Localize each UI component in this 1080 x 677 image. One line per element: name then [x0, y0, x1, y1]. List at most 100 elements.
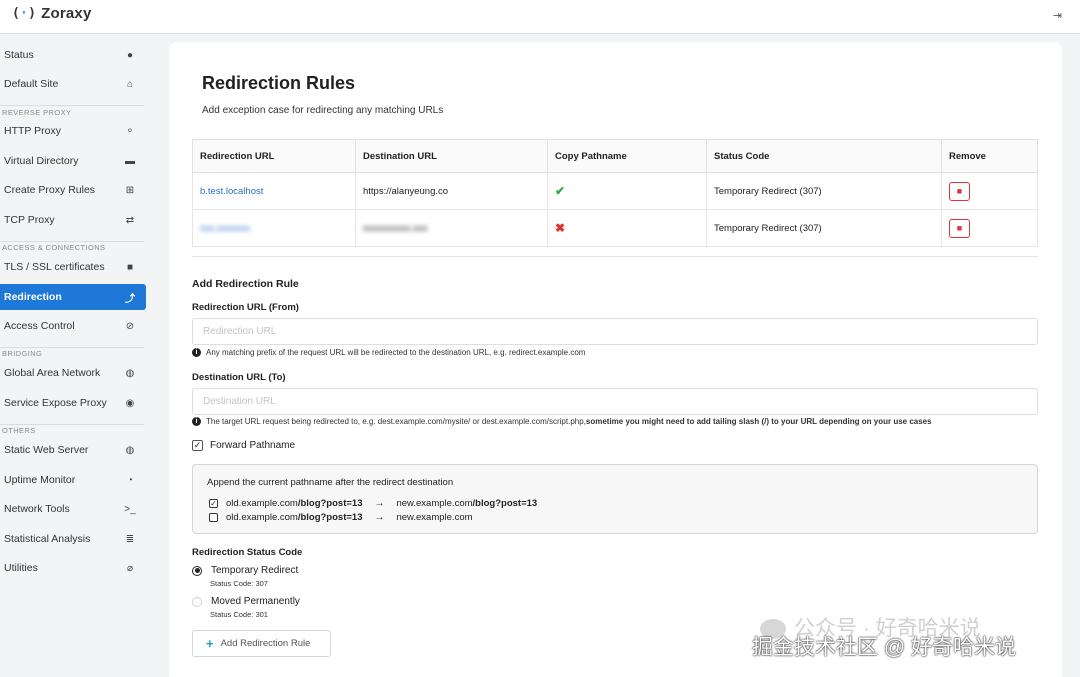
forward-pathname-info-box: Append the current pathname after the re…	[192, 464, 1038, 534]
sidebar-divider	[0, 424, 144, 425]
redirection-url-link[interactable]: xxx.xxxxxxx	[200, 223, 250, 234]
sidebar-item-static-web-server[interactable]: Static Web Server ◍	[0, 437, 146, 463]
sidebar-item-label: Default Site	[4, 78, 59, 90]
example-to-host: new.example.com	[396, 512, 473, 523]
destination-url-hint: i The target URL request being redirecte…	[192, 417, 932, 426]
sidebar-item-status[interactable]: Status ●	[0, 42, 146, 68]
sidebar-item-tls-ssl[interactable]: TLS / SSL certificates ■	[0, 254, 146, 280]
globe-icon: ◍	[125, 444, 135, 456]
hint-text: Any matching prefix of the request URL w…	[206, 348, 586, 357]
plus-square-icon: ⊞	[125, 184, 135, 196]
sidebar-item-service-expose-proxy[interactable]: Service Expose Proxy ◉	[0, 390, 146, 416]
sidebar-item-redirection[interactable]: Redirection ⤴	[0, 284, 146, 310]
main-panel: Redirection Rules Add exception case for…	[169, 42, 1062, 677]
column-header-destination-url: Destination URL	[355, 139, 548, 173]
check-icon: ✔	[555, 184, 566, 198]
column-header-copy-pathname: Copy Pathname	[547, 139, 707, 173]
database-icon: ≣	[125, 533, 135, 545]
sidebar-item-create-proxy-rules[interactable]: Create Proxy Rules ⊞	[0, 177, 146, 203]
sitemap-icon: ⚬	[125, 125, 135, 137]
destination-url-cell: https://alanyeung.co	[355, 172, 548, 210]
radio-label: Temporary Redirect	[211, 565, 299, 576]
sidebar-item-label: Static Web Server	[4, 444, 89, 456]
sidebar-item-label: Access Control	[4, 320, 75, 332]
example-row: ✓ old.example.com/blog?post=13 → new.exa…	[209, 498, 537, 509]
add-redirection-rule-button[interactable]: + Add Redirection Rule	[192, 630, 331, 657]
sidebar-section-bridging: BRIDGING	[2, 349, 43, 358]
add-button-label: Add Redirection Rule	[220, 638, 311, 649]
forward-pathname-row: ✓ Forward Pathname	[192, 440, 295, 451]
radio-moved-permanently[interactable]: Moved Permanently	[192, 596, 300, 607]
trash-icon: ■	[956, 186, 963, 196]
forward-pathname-checkbox[interactable]: ✓	[192, 440, 203, 451]
column-header-redirection-url: Redirection URL	[192, 139, 356, 173]
sidebar-item-uptime-monitor[interactable]: Uptime Monitor ◔	[0, 467, 146, 493]
redirection-url-label: Redirection URL (From)	[192, 302, 299, 313]
sidebar-item-access-control[interactable]: Access Control ⊘	[0, 313, 146, 339]
sidebar-section-access: ACCESS & CONNECTIONS	[2, 243, 106, 252]
example-to-path: /blog?post=13	[472, 498, 538, 509]
redirection-url-input[interactable]	[192, 318, 1038, 345]
sidebar-item-label: Statistical Analysis	[4, 533, 91, 545]
level-up-icon: ⤴	[125, 293, 135, 305]
sidebar-section-others: OTHERS	[2, 426, 36, 435]
sidebar-item-label: Uptime Monitor	[4, 474, 76, 486]
sidebar-item-virtual-directory[interactable]: Virtual Directory ▬	[0, 148, 146, 174]
destination-url-input[interactable]	[192, 388, 1038, 415]
logout-icon[interactable]: ⇥	[1053, 9, 1062, 22]
sidebar-item-label: Global Area Network	[4, 367, 101, 379]
remove-rule-button[interactable]: ■	[949, 181, 970, 201]
status-code-cell: Temporary Redirect (307)	[706, 209, 942, 247]
app-name: Zoraxy	[41, 5, 92, 22]
add-rule-form-title: Add Redirection Rule	[192, 278, 299, 290]
sidebar-item-tcp-proxy[interactable]: TCP Proxy ⇄	[0, 207, 146, 233]
info-box-title: Append the current pathname after the re…	[207, 477, 454, 488]
cross-icon: ✖	[555, 221, 566, 235]
watermark-line-2: 掘金技术社区 @ 好奇哈米说	[752, 636, 1016, 659]
sidebar-item-http-proxy[interactable]: HTTP Proxy ⚬	[0, 118, 146, 144]
forward-pathname-label[interactable]: Forward Pathname	[210, 440, 295, 451]
column-header-status-code: Status Code	[706, 139, 942, 173]
lock-icon: ■	[126, 261, 134, 273]
sidebar-item-label: TLS / SSL certificates	[4, 261, 105, 273]
info-icon: i	[192, 348, 201, 357]
ban-icon: ⊘	[125, 320, 135, 332]
app-logo[interactable]: (·) Zoraxy	[12, 5, 91, 22]
arrow-right-icon: →	[374, 498, 385, 509]
info-icon: i	[192, 417, 201, 426]
radio-unselected-icon[interactable]	[192, 596, 202, 607]
sidebar-item-network-tools[interactable]: Network Tools >_	[0, 496, 146, 522]
sidebar-item-statistical-analysis[interactable]: Statistical Analysis ≣	[0, 526, 146, 552]
sidebar-divider	[0, 241, 144, 242]
sidebar-item-label: Status	[4, 49, 34, 61]
status-code-label: Redirection Status Code	[192, 547, 303, 558]
example-from-path: /blog?post=13	[297, 498, 363, 509]
status-code-sub: Status Code: 307	[210, 579, 268, 588]
sidebar-item-label: Virtual Directory	[4, 155, 79, 167]
status-code-cell: Temporary Redirect (307)	[706, 172, 942, 210]
destination-url-label: Destination URL (To)	[192, 372, 286, 383]
example-row: old.example.com/blog?post=13 → new.examp…	[209, 512, 473, 523]
sidebar-item-label: Redirection	[4, 291, 62, 303]
sidebar-item-label: Create Proxy Rules	[4, 184, 96, 196]
example-unchecked-icon	[209, 513, 218, 522]
sidebar-item-default-site[interactable]: Default Site ⌂	[0, 71, 146, 97]
sidebar-item-utilities[interactable]: Utilities ⌀	[0, 555, 146, 581]
info-circle-icon: ●	[126, 49, 134, 61]
table-row: xxx.xxxxxxx xxxxxxxxxx.xxx ✖ Temporary R…	[192, 209, 1038, 247]
trash-icon: ■	[956, 223, 963, 233]
table-header-row: Redirection URL Destination URL Copy Pat…	[192, 139, 1038, 173]
sidebar-item-label: TCP Proxy	[4, 214, 55, 226]
sidebar-item-global-area-network[interactable]: Global Area Network ◍	[0, 360, 146, 386]
sidebar-item-label: Service Expose Proxy	[4, 397, 107, 409]
hint-text-bold: sometime you might need to add tailing s…	[585, 417, 932, 426]
redirection-url-link[interactable]: b.test.localhost	[200, 186, 263, 197]
hint-text: The target URL request being redirected …	[206, 417, 586, 426]
radio-selected-icon[interactable]	[192, 565, 202, 576]
home-icon: ⌂	[126, 78, 134, 90]
sidebar: Status ● Default Site ⌂ REVERSE PROXY HTTP…	[0, 35, 146, 677]
remove-rule-button[interactable]: ■	[949, 218, 970, 238]
destination-url-cell: xxxxxxxxxx.xxx	[363, 222, 428, 234]
radio-temporary-redirect[interactable]: Temporary Redirect	[192, 565, 298, 576]
sidebar-section-reverse-proxy: REVERSE PROXY	[2, 108, 72, 117]
